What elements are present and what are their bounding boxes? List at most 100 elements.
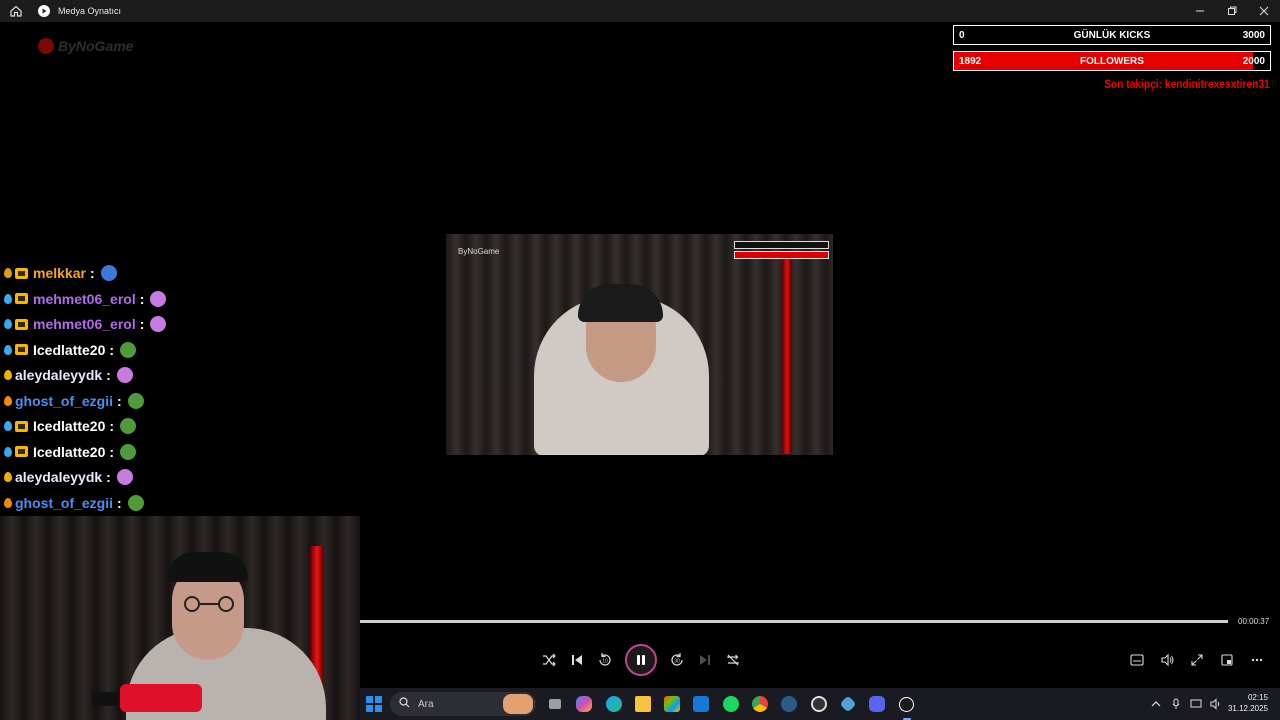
chat-overlay: melkkar: mehmet06_erol: mehmet06_erol: Iced… [0,262,360,516]
chat-username: Icedlatte20 [33,341,106,358]
copilot-icon[interactable] [572,692,596,716]
close-button[interactable] [1248,0,1280,22]
taskbar-search[interactable]: Ara [390,692,536,716]
emote-icon [116,367,133,383]
chevron-up-icon[interactable] [1146,694,1166,714]
chat-message: melkkar: [4,262,117,285]
flame-badge-icon [4,446,12,457]
emote-icon [116,469,133,485]
emote-icon [150,316,167,332]
app-icon[interactable] [836,692,860,716]
elapsed-time: 00:00:37 [1238,617,1270,626]
forward-icon[interactable]: 30 [665,648,689,672]
chat-separator: : [117,494,122,511]
crown-badge-icon [15,446,28,457]
kicks-goal-target: 3000 [1242,29,1265,41]
spotify-icon[interactable] [719,692,743,716]
followers-goal-target: 2000 [1242,55,1265,67]
window-title: Medya Oynatıcı [58,6,122,16]
last-follower-text: Son takipçi: kendinitrexesxtiren31 [1104,77,1270,91]
next-icon[interactable] [693,648,717,672]
chat-separator: : [139,290,145,307]
crown-badge-icon [15,293,28,304]
title-bar: Medya Oynatıcı [0,0,1280,22]
clock-time: 02:15 [1247,693,1268,702]
chat-separator: : [117,392,122,409]
mail-icon[interactable] [689,692,713,716]
fullscreen-icon[interactable] [1185,648,1209,672]
chat-username: Icedlatte20 [33,418,106,434]
media-player-taskbar-icon[interactable] [895,692,919,720]
edge-icon[interactable] [602,692,626,716]
crown-badge-icon [15,318,28,330]
emote-icon [120,418,137,434]
chat-username: Icedlatte20 [33,443,106,460]
kicks-goal-bar: 0 GÜNLÜK KICKS 3000 [953,25,1271,45]
flame-badge-icon [4,472,12,482]
flame-badge-icon [4,344,12,355]
crown-badge-icon [15,344,28,355]
task-view-icon[interactable] [543,692,567,716]
chat-message: mehmet06_erol: [4,287,167,311]
repeat-off-icon[interactable] [721,648,745,672]
obs-icon[interactable] [807,692,831,716]
rewind-icon[interactable]: 10 [593,648,617,672]
chat-separator: : [106,367,111,383]
taskbar-clock[interactable]: 02:15 31.12.2025 [1228,692,1268,714]
chat-username: mehmet06_erol [33,316,136,332]
miniplayer-icon[interactable] [1215,648,1239,672]
flame-badge-icon [4,421,12,431]
followers-goal-bar: 1892 FOLLOWERS 2000 [953,51,1271,71]
crown-badge-icon [15,420,28,432]
seek-bar[interactable] [360,620,1228,623]
kicks-goal-label: GÜNLÜK KICKS [1073,29,1151,41]
display-icon[interactable] [1186,694,1206,714]
search-placeholder: Ara [418,698,434,710]
discord-icon[interactable] [865,692,889,716]
emote-icon [100,265,117,281]
video-frame: ByNoGame [446,234,833,455]
stream-logo: ByNoGame [38,38,133,54]
microphone [120,684,202,712]
file-explorer-icon[interactable] [631,692,655,716]
chat-username: ghost_of_ezgii [15,494,114,511]
video-goal-bars [734,241,829,259]
chat-separator: : [109,341,115,358]
chat-username: mehmet06_erol [33,290,136,307]
emote-icon [150,290,167,307]
emote-icon [127,494,144,511]
chat-message: Icedlatte20: [4,440,137,464]
pause-button[interactable] [625,644,657,676]
previous-icon[interactable] [565,648,589,672]
steam-icon[interactable] [777,692,801,716]
emote-icon [127,392,144,409]
chat-message: aleydaleyydk: [4,465,133,489]
chat-message: ghost_of_ezgii: [4,389,144,413]
chat-separator: : [109,443,115,460]
subtitles-icon[interactable] [1125,648,1149,672]
search-highlight-icon[interactable] [503,694,533,714]
system-tray [1146,694,1226,714]
flame-badge-icon [4,268,12,278]
microsoft-store-icon[interactable] [660,692,684,716]
microphone-icon[interactable] [1166,694,1186,714]
chat-message: mehmet06_erol: [4,312,167,336]
shuffle-icon[interactable] [537,648,561,672]
start-icon[interactable] [366,696,382,712]
speaker-icon[interactable] [1206,694,1226,714]
more-icon[interactable] [1245,648,1269,672]
chat-separator: : [89,265,95,281]
followers-goal-label: FOLLOWERS [1080,55,1144,67]
flame-badge-icon [4,395,12,406]
svg-text:30: 30 [674,659,680,665]
restore-button[interactable] [1216,0,1248,22]
volume-icon[interactable] [1155,648,1179,672]
chrome-icon[interactable] [748,692,772,716]
flame-badge-icon [4,319,12,329]
taskbar-apps [543,692,924,720]
minimize-button[interactable] [1184,0,1216,22]
chat-separator: : [106,469,111,485]
home-icon[interactable] [9,4,23,18]
chat-separator: : [139,316,145,332]
video-logo: ByNoGame [458,247,500,256]
